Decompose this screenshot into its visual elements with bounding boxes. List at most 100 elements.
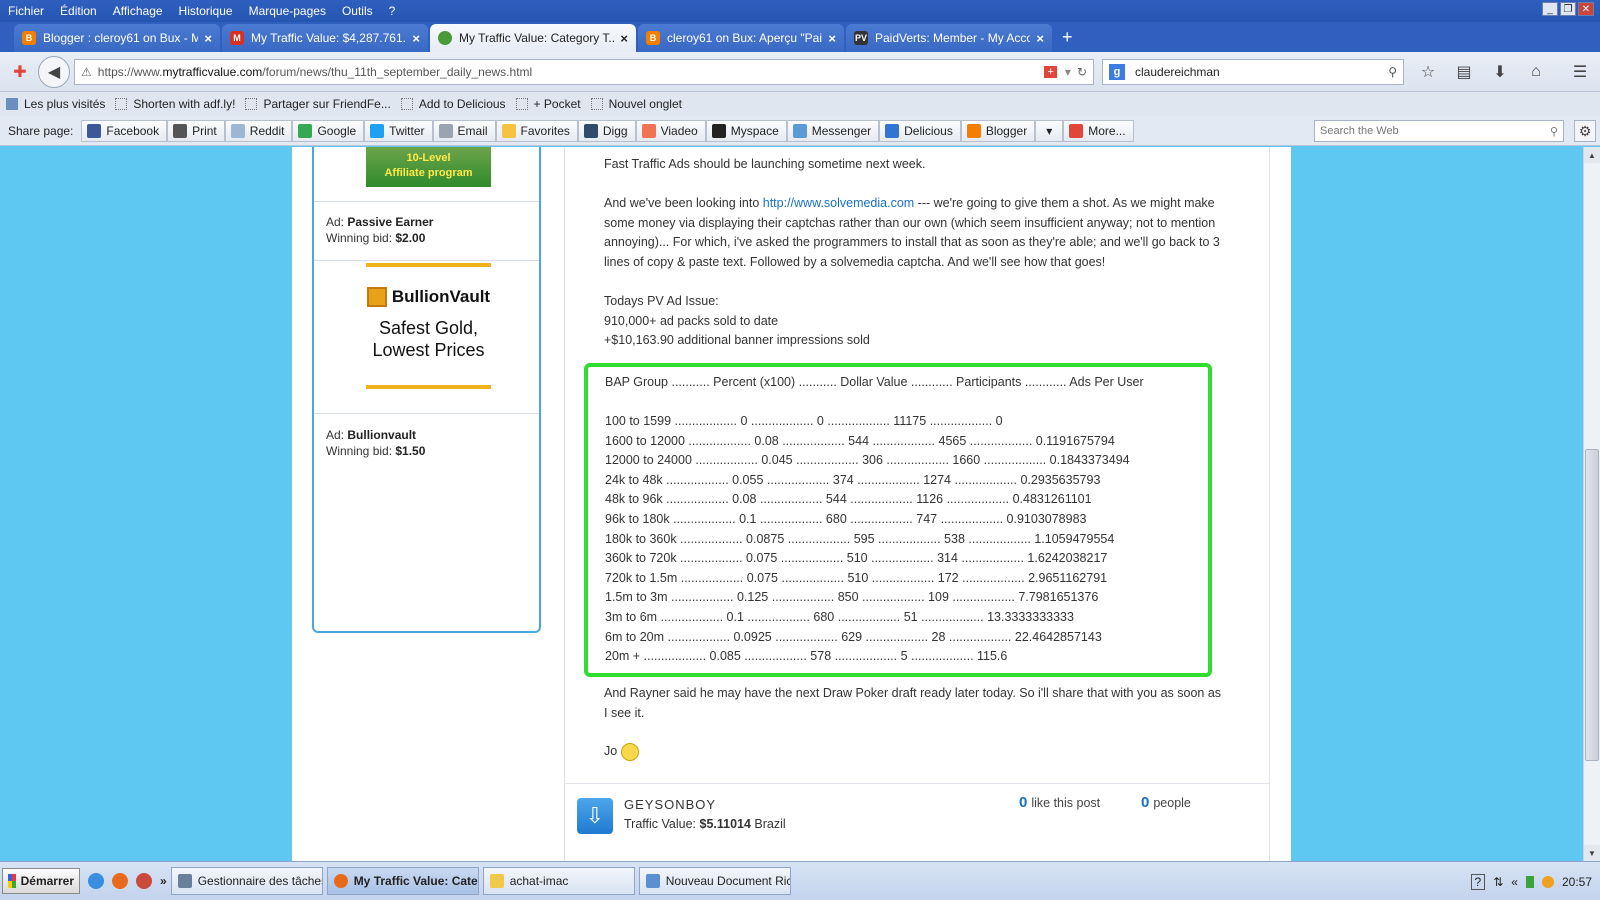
- solvemedia-link[interactable]: http://www.solvemedia.com: [763, 196, 914, 210]
- new-tab-icon[interactable]: +: [1062, 27, 1073, 48]
- reload-icon[interactable]: ↻: [1077, 65, 1087, 79]
- tab-gmail[interactable]: M My Traffic Value: $4,287.761... ×: [222, 24, 428, 52]
- share-digg-button[interactable]: Digg: [577, 119, 636, 142]
- signature-text: Jo: [604, 744, 618, 758]
- vertical-scrollbar[interactable]: ▲ ▼: [1583, 147, 1600, 861]
- bullionvault-banner-ad[interactable]: BullionVault Safest Gold, Lowest Prices: [366, 263, 491, 389]
- scroll-up-icon[interactable]: ▲: [1584, 147, 1600, 163]
- menu-marque-pages[interactable]: Marque-pages: [241, 4, 334, 18]
- share-google-button[interactable]: Google: [292, 119, 365, 142]
- menu-edition[interactable]: Édition: [52, 4, 105, 18]
- menu-outils[interactable]: Outils: [334, 4, 381, 18]
- down-arrow-icon[interactable]: ⇩: [577, 798, 613, 834]
- tab-close-icon[interactable]: ×: [412, 31, 420, 46]
- search-box[interactable]: g claudereichman ⚲: [1102, 58, 1404, 85]
- share-viadeo-button[interactable]: Viadeo: [635, 119, 706, 142]
- share-label: More...: [1088, 123, 1126, 138]
- menu-icon[interactable]: ☰: [1566, 58, 1594, 86]
- search-input[interactable]: claudereichman: [1135, 65, 1388, 79]
- bap-row: 1600 to 12000 .................. 0.08 ..…: [605, 433, 1115, 448]
- ad-info: Ad: Passive Earner Winning bid: $2.00: [326, 214, 433, 246]
- bookmark-most-visited[interactable]: Les plus visités: [6, 97, 105, 111]
- scroll-thumb[interactable]: [1585, 449, 1599, 761]
- web-search-box[interactable]: Search the Web ⚲: [1314, 120, 1564, 142]
- ie-icon[interactable]: [88, 873, 104, 889]
- signature: Jo: [604, 742, 1224, 762]
- likes-count[interactable]: 0 like this post: [1019, 794, 1100, 811]
- ad-name[interactable]: Bullionvault: [347, 428, 416, 442]
- battery-icon[interactable]: [1525, 875, 1534, 888]
- firefox-icon[interactable]: [112, 873, 128, 889]
- bookmark-delicious[interactable]: Add to Delicious: [400, 97, 506, 111]
- minimize-icon[interactable]: _: [1542, 2, 1558, 16]
- bookmark-friendfeed[interactable]: Partager sur FriendFe...: [245, 97, 391, 111]
- taskbar-wordpad[interactable]: Nouveau Document Rich ...: [638, 867, 791, 895]
- share-delicious-button[interactable]: Delicious: [879, 119, 961, 142]
- tab-close-icon[interactable]: ×: [1036, 31, 1044, 46]
- tab-paidverts[interactable]: PV PaidVerts: Member - My Acco... ×: [846, 24, 1052, 52]
- close-icon[interactable]: ✕: [1578, 2, 1594, 16]
- share-print-button[interactable]: Print: [167, 119, 225, 142]
- dropdown-arrow-icon[interactable]: ▾: [1065, 65, 1071, 79]
- addon-icon[interactable]: ✚: [6, 58, 34, 86]
- bookmark-pocket[interactable]: + Pocket: [515, 97, 581, 111]
- people-count[interactable]: 0 people: [1141, 794, 1191, 811]
- scroll-down-icon[interactable]: ▼: [1584, 845, 1600, 861]
- menu-fichier[interactable]: Fichier: [0, 4, 52, 18]
- affiliate-banner-ad[interactable]: 10-Level Affiliate program: [366, 147, 491, 187]
- google-icon[interactable]: g: [1109, 63, 1125, 80]
- poster-name[interactable]: GEYSONBOY: [624, 797, 716, 812]
- overflow-icon[interactable]: »: [160, 874, 167, 888]
- share-favorites-button[interactable]: Favorites: [495, 119, 578, 142]
- start-button[interactable]: Démarrer: [2, 868, 80, 894]
- share-facebook-button[interactable]: Facebook: [81, 119, 168, 142]
- share-dropdown-button[interactable]: ▾: [1035, 119, 1064, 142]
- bid-amount: $1.50: [395, 444, 426, 458]
- share-reddit-button[interactable]: Reddit: [224, 119, 293, 142]
- gear-icon[interactable]: ⚙: [1574, 120, 1596, 142]
- magnifier-icon[interactable]: ⚲: [1388, 65, 1397, 79]
- home-icon[interactable]: ⌂: [1522, 58, 1550, 86]
- update-icon[interactable]: [1541, 875, 1554, 888]
- addon-icon[interactable]: +: [1044, 65, 1057, 78]
- windows-icon: [8, 874, 16, 888]
- tab-close-icon[interactable]: ×: [204, 31, 212, 46]
- help-icon[interactable]: ?: [1470, 873, 1486, 890]
- ad-name[interactable]: Passive Earner: [347, 215, 433, 229]
- share-email-button[interactable]: Email: [432, 119, 496, 142]
- bap-row: 100 to 1599 .................. 0 .......…: [605, 414, 1003, 428]
- taskbar-firefox[interactable]: My Traffic Value: Cate...: [326, 867, 479, 895]
- share-messenger-button[interactable]: Messenger: [786, 119, 880, 142]
- bookmark-new-tab[interactable]: Nouvel onglet: [590, 97, 682, 111]
- menu-affichage[interactable]: Affichage: [105, 4, 171, 18]
- network-icon[interactable]: ⇅: [1493, 875, 1503, 889]
- ad-info: Ad: Bullionvault Winning bid: $1.50: [326, 427, 425, 459]
- expand-icon[interactable]: «: [1511, 875, 1518, 889]
- url-bar[interactable]: ⚠ https://www.mytrafficvalue.com/forum/n…: [74, 58, 1094, 85]
- share-twitter-button[interactable]: Twitter: [364, 119, 433, 142]
- download-icon[interactable]: ⬇: [1486, 58, 1514, 86]
- taskbar-folder[interactable]: achat-imac: [482, 867, 635, 895]
- magnifier-icon[interactable]: ⚲: [1550, 125, 1558, 138]
- web-search-input[interactable]: Search the Web: [1320, 125, 1550, 137]
- back-arrow-icon[interactable]: ◀: [38, 55, 70, 88]
- tab-close-icon[interactable]: ×: [620, 31, 628, 46]
- restore-icon[interactable]: ❐: [1560, 2, 1576, 16]
- bookmark-adfly[interactable]: Shorten with adf.ly!: [115, 97, 235, 111]
- star-icon[interactable]: ☆: [1414, 58, 1442, 86]
- tab-blogger[interactable]: B Blogger : cleroy61 on Bux - M... ×: [14, 24, 220, 52]
- share-label: Delicious: [904, 123, 953, 138]
- tab-mytrafficvalue[interactable]: My Traffic Value: Category T... ×: [430, 24, 636, 52]
- menu-historique[interactable]: Historique: [171, 4, 241, 18]
- chrome-icon[interactable]: [136, 873, 152, 889]
- tab-blogger-preview[interactable]: B cleroy61 on Bux: Aperçu "Pai... ×: [638, 24, 844, 52]
- tab-close-icon[interactable]: ×: [828, 31, 836, 46]
- share-more-button[interactable]: More...: [1063, 119, 1134, 142]
- menu-help[interactable]: ?: [381, 4, 404, 18]
- share-blogger-button[interactable]: Blogger: [960, 119, 1036, 142]
- page-viewport: 10-Level Affiliate program Ad: Passive E…: [0, 147, 1583, 861]
- reading-list-icon[interactable]: ▤: [1450, 58, 1478, 86]
- share-myspace-button[interactable]: Myspace: [705, 119, 787, 142]
- taskbar-task-manager[interactable]: Gestionnaire des tâches ...: [170, 867, 323, 895]
- clock[interactable]: 20:57: [1562, 875, 1592, 889]
